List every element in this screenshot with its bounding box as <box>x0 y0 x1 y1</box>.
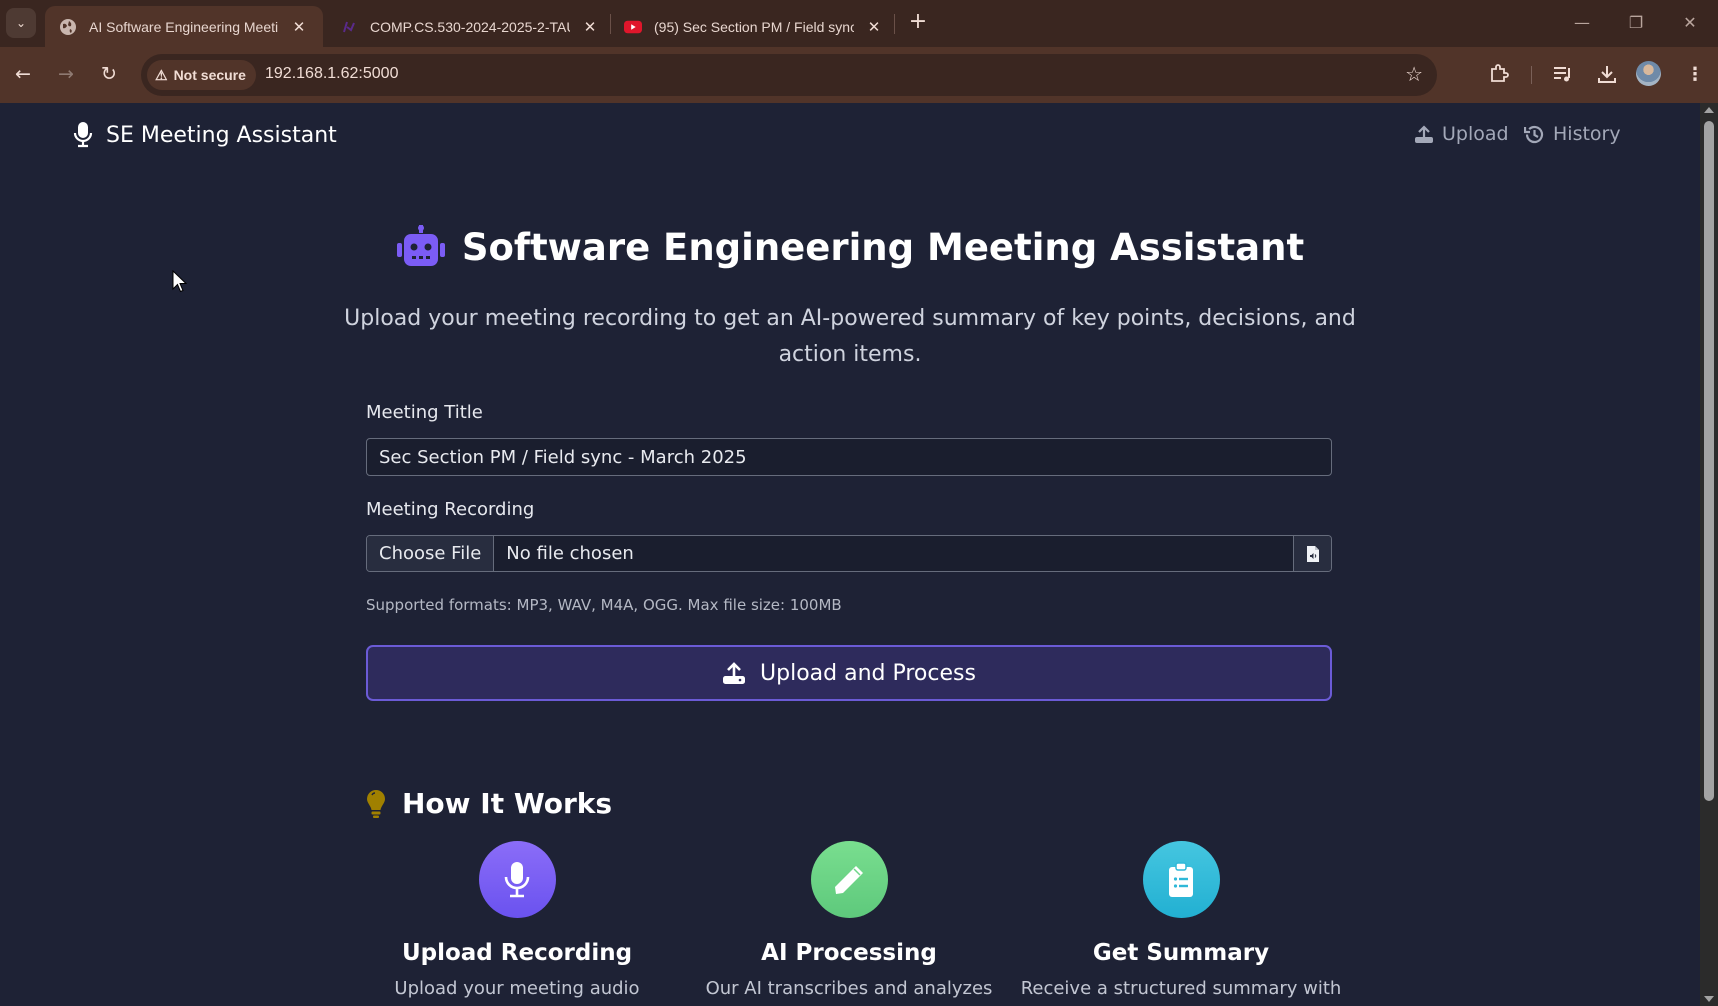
minimize-button[interactable]: — <box>1562 10 1602 36</box>
scroll-up-arrow[interactable] <box>1704 107 1714 113</box>
close-icon[interactable]: ✕ <box>864 18 884 36</box>
page-subtitle: Upload your meeting recording to get an … <box>0 301 1700 373</box>
feature-upload-recording: Upload Recording Upload your meeting aud… <box>351 841 683 999</box>
tab-title: AI Software Engineering Meetin <box>89 18 279 35</box>
youtube-icon <box>624 18 642 36</box>
meeting-recording-label: Meeting Recording <box>366 499 535 520</box>
nav-history[interactable]: History <box>1524 123 1621 145</box>
feature-description: Receive a structured summary with <box>1020 978 1342 999</box>
meeting-title-label: Meeting Title <box>366 402 483 423</box>
restore-icon: ❐ <box>1628 13 1644 32</box>
address-bar[interactable]: ⚠ Not secure 192.168.1.62:5000 ☆ <box>141 54 1437 96</box>
url-text[interactable]: 192.168.1.62:5000 <box>265 65 398 83</box>
upload-and-process-button[interactable]: Upload and Process <box>366 645 1332 701</box>
feature-description: Upload your meeting audio <box>394 978 640 999</box>
page-title: Software Engineering Meeting Assistant <box>0 225 1700 269</box>
how-it-works-title: How It Works <box>402 787 613 820</box>
feature-description: Our AI transcribes and analyzes <box>705 978 993 999</box>
chevron-down-icon: ⌄ <box>15 16 27 30</box>
history-icon <box>1524 125 1544 143</box>
moodle-icon <box>340 18 358 36</box>
close-icon: ✕ <box>1683 13 1697 32</box>
tab-search-button[interactable]: ⌄ <box>6 8 36 38</box>
nav-upload[interactable]: Upload <box>1414 123 1509 145</box>
tab[interactable]: COMP.CS.530-2024-2025-2-TAU ✕ <box>326 6 606 47</box>
feature-get-summary: Get Summary Receive a structured summary… <box>1015 841 1347 999</box>
choose-file-button[interactable]: Choose File <box>367 536 495 571</box>
browser-chrome: ⌄ AI Software Engineering Meetin ✕ COMP.… <box>0 0 1718 103</box>
download-icon <box>1598 66 1616 83</box>
how-it-works-heading: How It Works <box>366 787 612 820</box>
supported-formats-hint: Supported formats: MP3, WAV, M4A, OGG. M… <box>366 596 842 614</box>
tab-strip: ⌄ AI Software Engineering Meetin ✕ COMP.… <box>0 0 1718 47</box>
page-title-text: Software Engineering Meeting Assistant <box>461 225 1305 269</box>
close-icon[interactable]: ✕ <box>580 18 600 36</box>
pen-icon <box>835 865 863 894</box>
page: SE Meeting Assistant Upload History Soft… <box>0 103 1700 1006</box>
meeting-title-input[interactable] <box>366 438 1332 476</box>
globe-icon <box>59 18 77 36</box>
restore-button[interactable]: ❐ <box>1616 10 1656 36</box>
security-label: Not secure <box>173 67 246 83</box>
brand-name: SE Meeting Assistant <box>106 122 337 148</box>
upload-icon <box>1415 125 1433 143</box>
playlist-music-icon <box>1554 67 1570 82</box>
close-icon[interactable]: ✕ <box>289 18 309 36</box>
feature-icon-circle <box>1142 841 1220 918</box>
plus-icon: + <box>908 9 928 34</box>
warning-icon: ⚠ <box>155 66 168 83</box>
lightbulb-icon <box>367 789 385 818</box>
reload-button[interactable]: ↻ <box>94 59 124 89</box>
nav-history-label: History <box>1553 123 1621 145</box>
file-status: No file chosen <box>506 543 634 564</box>
close-window-button[interactable]: ✕ <box>1670 10 1710 36</box>
clipboard-list-icon <box>1169 861 1193 897</box>
kebab-menu-icon: ⋮ <box>1686 63 1704 85</box>
microphone-icon <box>73 122 93 148</box>
menu-button[interactable]: ⋮ <box>1680 59 1710 89</box>
arrow-left-icon: ← <box>15 63 31 85</box>
subtitle-line: Upload your meeting recording to get an … <box>344 306 1356 331</box>
browser-toolbar: ← → ↻ ⚠ Not secure 192.168.1.62:5000 ☆ ⋮ <box>0 47 1718 103</box>
meeting-recording-file-input[interactable]: Choose File No file chosen <box>366 535 1332 572</box>
mouse-cursor-icon <box>172 270 188 293</box>
feature-icon-circle <box>810 841 888 918</box>
feature-ai-processing: AI Processing Our AI transcribes and ana… <box>683 841 1015 999</box>
microphone-icon <box>504 861 530 897</box>
page-scrollbar[interactable] <box>1700 103 1718 1006</box>
profile-avatar[interactable] <box>1636 61 1661 86</box>
robot-icon <box>396 225 445 266</box>
tab-title: COMP.CS.530-2024-2025-2-TAU <box>370 18 570 35</box>
scroll-thumb[interactable] <box>1704 121 1714 801</box>
nav-upload-label: Upload <box>1442 123 1509 145</box>
forward-button[interactable]: → <box>51 59 81 89</box>
security-chip[interactable]: ⚠ Not secure <box>147 60 256 90</box>
extensions-button[interactable] <box>1484 59 1514 89</box>
puzzle-icon <box>1491 64 1509 82</box>
navbar-brand[interactable]: SE Meeting Assistant <box>72 121 337 149</box>
upload-icon <box>723 662 746 684</box>
bookmark-star-icon[interactable]: ☆ <box>1405 62 1423 86</box>
feature-title: AI Processing <box>761 940 937 966</box>
arrow-right-icon: → <box>58 63 74 85</box>
reload-icon: ↻ <box>101 63 117 85</box>
tab-separator <box>894 14 895 34</box>
feature-title: Upload Recording <box>401 940 633 966</box>
media-controls-button[interactable] <box>1548 59 1578 89</box>
toolbar-divider <box>1531 66 1532 84</box>
subtitle-line: action items. <box>778 342 922 367</box>
scroll-down-arrow[interactable] <box>1704 996 1714 1002</box>
downloads-button[interactable] <box>1592 59 1622 89</box>
minimize-icon: — <box>1574 13 1590 32</box>
back-button[interactable]: ← <box>8 59 38 89</box>
tab-title: (95) Sec Section PM / Field sync <box>654 18 854 35</box>
tab-active[interactable]: AI Software Engineering Meetin ✕ <box>45 6 323 47</box>
file-audio-icon <box>1306 545 1319 562</box>
feature-title: Get Summary <box>1092 940 1270 966</box>
feature-icon-circle <box>478 841 556 918</box>
file-audio-addon <box>1293 536 1331 571</box>
tab[interactable]: (95) Sec Section PM / Field sync ✕ <box>610 6 890 47</box>
upload-and-process-label: Upload and Process <box>760 660 976 686</box>
new-tab-button[interactable]: + <box>905 10 931 36</box>
